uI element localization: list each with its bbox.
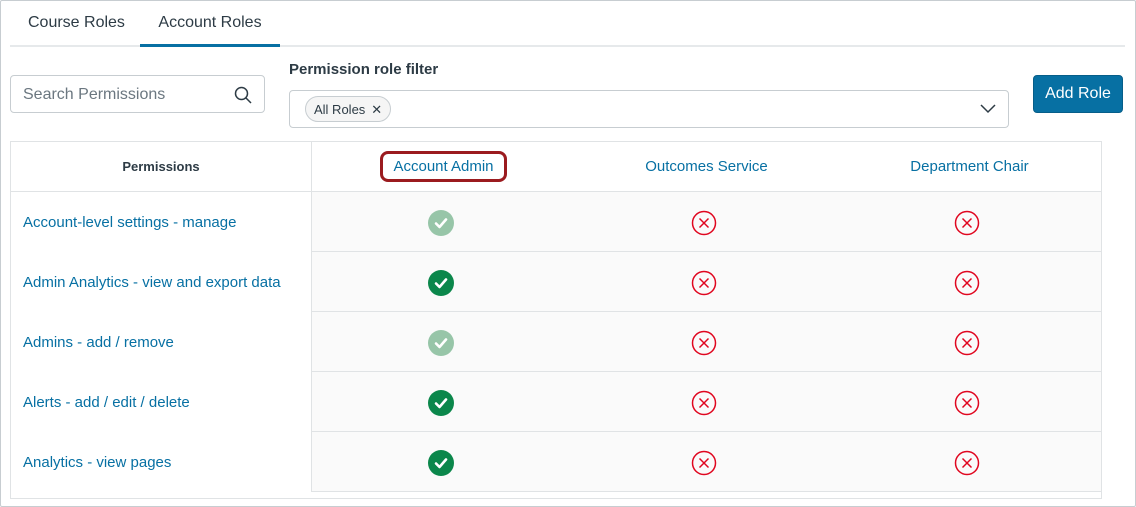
table-header: Permissions Account Admin Outcomes Servi…	[11, 142, 1101, 192]
role-link[interactable]: Account Admin	[380, 151, 507, 182]
role-tabs: Course Roles Account Roles	[10, 0, 1125, 47]
disabled-x-icon[interactable]	[691, 210, 717, 236]
table-row: Admins - add / remove	[11, 312, 1101, 372]
enabled-check-icon[interactable]	[428, 270, 454, 296]
role-header-account-admin[interactable]: Account Admin	[312, 142, 575, 192]
locked-check-icon[interactable]	[428, 330, 454, 356]
permissions-header: Permissions	[11, 142, 312, 192]
enabled-check-icon[interactable]	[428, 450, 454, 476]
chip-label: All Roles	[314, 102, 366, 117]
search-input[interactable]: Search Permissions	[10, 75, 265, 113]
table-row: Account-level settings - manage	[11, 192, 1101, 252]
disabled-x-icon[interactable]	[691, 330, 717, 356]
permission-link[interactable]: Alerts - add / edit / delete	[11, 372, 312, 432]
search-icon	[234, 86, 252, 104]
permission-link[interactable]: Account-level settings - manage	[11, 192, 312, 252]
disabled-x-icon[interactable]	[691, 390, 717, 416]
permission-link[interactable]: Analytics - view pages	[11, 432, 312, 492]
disabled-x-icon[interactable]	[954, 450, 980, 476]
disabled-x-icon[interactable]	[954, 270, 980, 296]
table-row: Analytics - view pages	[11, 432, 1101, 492]
disabled-x-icon[interactable]	[954, 390, 980, 416]
permission-link[interactable]: Admin Analytics - view and export data	[11, 252, 312, 312]
chevron-down-icon	[980, 104, 996, 114]
role-filter-select[interactable]: All Roles ✕	[289, 90, 1009, 128]
table-row: Admin Analytics - view and export data	[11, 252, 1101, 312]
search-placeholder: Search Permissions	[23, 86, 166, 103]
disabled-x-icon[interactable]	[691, 450, 717, 476]
role-header-outcomes-service[interactable]: Outcomes Service	[575, 142, 838, 192]
locked-check-icon[interactable]	[428, 210, 454, 236]
close-icon[interactable]: ✕	[371, 102, 382, 117]
table-row: Alerts - add / edit / delete	[11, 372, 1101, 432]
permission-link[interactable]: Admins - add / remove	[11, 312, 312, 372]
disabled-x-icon[interactable]	[691, 270, 717, 296]
filter-label: Permission role filter	[289, 61, 439, 78]
permissions-table: Permissions Account Admin Outcomes Servi…	[10, 141, 1102, 499]
tab-account-roles[interactable]: Account Roles	[140, 14, 280, 47]
disabled-x-icon[interactable]	[954, 210, 980, 236]
add-role-button[interactable]: Add Role	[1033, 75, 1123, 113]
disabled-x-icon[interactable]	[954, 330, 980, 356]
all-roles-chip[interactable]: All Roles ✕	[305, 96, 392, 122]
enabled-check-icon[interactable]	[428, 390, 454, 416]
role-header-department-chair[interactable]: Department Chair	[838, 142, 1101, 192]
tab-course-roles[interactable]: Course Roles	[28, 14, 125, 47]
